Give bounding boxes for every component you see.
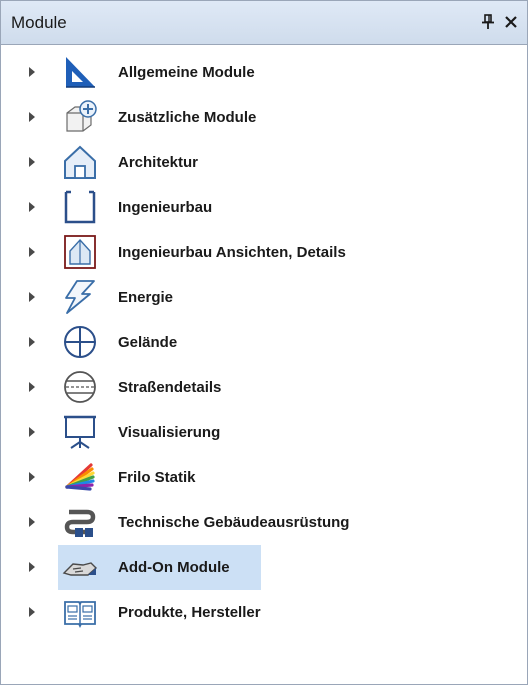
tree-item-produkte-hersteller[interactable]: Produkte, Hersteller bbox=[1, 590, 527, 635]
close-icon[interactable] bbox=[500, 10, 522, 34]
house-icon bbox=[61, 144, 99, 180]
expand-arrow-icon[interactable] bbox=[29, 112, 35, 122]
road-section-icon bbox=[61, 369, 99, 405]
tree-item-zusaetzliche-module[interactable]: Zusätzliche Module bbox=[1, 95, 527, 140]
tree-item-technische-gebaeudeausruestung[interactable]: Technische Gebäudeausrüstung bbox=[1, 500, 527, 545]
expand-arrow-icon[interactable] bbox=[29, 382, 35, 392]
pin-icon[interactable] bbox=[477, 10, 499, 34]
color-fan-icon bbox=[61, 459, 99, 495]
tree-item-frilo-statik[interactable]: Frilo Statik bbox=[1, 455, 527, 500]
tree-item-visualisierung[interactable]: Visualisierung bbox=[1, 410, 527, 455]
presentation-board-icon bbox=[61, 414, 99, 450]
pipe-fitting-icon bbox=[61, 504, 99, 540]
expand-arrow-icon[interactable] bbox=[29, 427, 35, 437]
expand-arrow-icon[interactable] bbox=[29, 292, 35, 302]
set-square-icon bbox=[61, 54, 99, 90]
module-panel: Module Allgemeine Module Zusätzliche Mod… bbox=[0, 0, 528, 685]
bracket-frame-icon bbox=[61, 189, 99, 225]
tree-item-label: Frilo Statik bbox=[118, 469, 196, 486]
module-tree: Allgemeine Module Zusätzliche Module Arc… bbox=[1, 46, 527, 682]
panel-title: Module bbox=[11, 13, 67, 32]
tree-item-label: Architektur bbox=[118, 154, 199, 171]
tree-item-strassendetails[interactable]: Straßendetails bbox=[1, 365, 527, 410]
tree-item-gelaende[interactable]: Gelände bbox=[1, 320, 527, 365]
tree-item-label: Technische Gebäudeausrüstung bbox=[118, 514, 350, 531]
handshake-icon bbox=[61, 549, 99, 585]
section-view-icon bbox=[61, 234, 99, 270]
crosshair-circle-icon bbox=[61, 324, 99, 360]
tree-item-energie[interactable]: Energie bbox=[1, 275, 527, 320]
tree-item-label: Produkte, Hersteller bbox=[118, 604, 261, 621]
tree-item-label: Visualisierung bbox=[118, 424, 221, 441]
cube-plus-icon bbox=[61, 99, 99, 135]
tree-item-label: Add-On Module bbox=[118, 559, 230, 576]
panel-titlebar: Module bbox=[1, 1, 527, 45]
expand-arrow-icon[interactable] bbox=[29, 472, 35, 482]
tree-item-ingenieurbau-ansichten-details[interactable]: Ingenieurbau Ansichten, Details bbox=[1, 230, 527, 275]
expand-arrow-icon[interactable] bbox=[29, 517, 35, 527]
tree-item-label: Energie bbox=[118, 289, 174, 306]
catalog-book-icon bbox=[61, 594, 99, 630]
lightning-icon bbox=[61, 279, 99, 315]
tree-item-label: Zusätzliche Module bbox=[118, 109, 257, 126]
tree-item-add-on-module[interactable]: Add-On Module bbox=[1, 545, 527, 590]
tree-item-label: Allgemeine Module bbox=[118, 64, 255, 81]
tree-item-label: Gelände bbox=[118, 334, 178, 351]
expand-arrow-icon[interactable] bbox=[29, 202, 35, 212]
tree-item-ingenieurbau[interactable]: Ingenieurbau bbox=[1, 185, 527, 230]
tree-item-label: Ingenieurbau bbox=[118, 199, 213, 216]
expand-arrow-icon[interactable] bbox=[29, 157, 35, 167]
tree-item-label: Ingenieurbau Ansichten, Details bbox=[118, 244, 346, 261]
expand-arrow-icon[interactable] bbox=[29, 247, 35, 257]
expand-arrow-icon[interactable] bbox=[29, 67, 35, 77]
tree-item-architektur[interactable]: Architektur bbox=[1, 140, 527, 185]
expand-arrow-icon[interactable] bbox=[29, 607, 35, 617]
tree-item-allgemeine-module[interactable]: Allgemeine Module bbox=[1, 50, 527, 95]
expand-arrow-icon[interactable] bbox=[29, 337, 35, 347]
expand-arrow-icon[interactable] bbox=[29, 562, 35, 572]
tree-item-label: Straßendetails bbox=[118, 379, 222, 396]
